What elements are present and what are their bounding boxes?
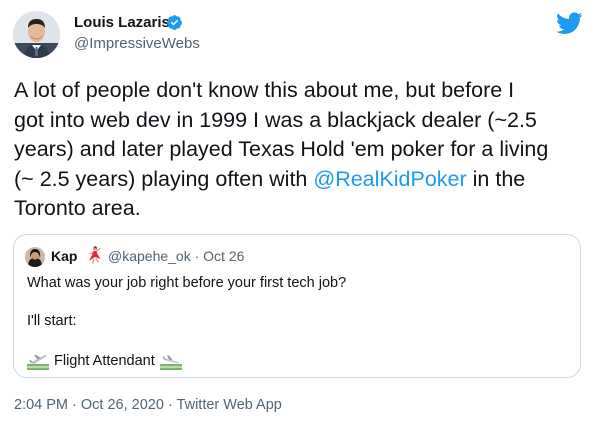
quoted-tweet-text: Flight Attendant [27, 352, 182, 370]
tweet-line: A lot of people don't know this about me… [14, 78, 515, 102]
airplane-departure-emoji [27, 355, 49, 370]
tweet-text: A lot of people don't know this about me… [14, 76, 584, 224]
quoted-tweet-date[interactable]: Oct 26 [203, 248, 244, 264]
quoted-author-name[interactable]: Kap [51, 248, 77, 264]
tweet-line: years) and later played Texas Hold 'em p… [14, 137, 549, 161]
quoted-tweet-meta: @kapehe_ok · Oct 26 [108, 248, 244, 264]
twitter-bird-icon[interactable] [556, 12, 583, 35]
tweet-time[interactable]: 2:04 PM [14, 397, 68, 413]
author-name[interactable]: Louis Lazaris [74, 14, 170, 31]
woman-dancing-emoji [89, 246, 101, 264]
tweet-line: (~ 2.5 years) playing often with @RealKi… [14, 165, 584, 195]
airplane-arrival-emoji [159, 355, 182, 370]
author-avatar[interactable] [13, 11, 60, 58]
quoted-tweet-text-fragment: Flight Attendant [54, 353, 155, 369]
tweet-date[interactable]: Oct 26, 2020 [81, 397, 164, 413]
meta-separator: · [190, 248, 204, 264]
tweet-line: Toronto area. [14, 196, 141, 220]
quoted-tweet-text: What was your job right before your firs… [27, 275, 347, 291]
tweet-line: got into web dev in 1999 I was a blackja… [14, 107, 537, 132]
tweet-timestamp: 2:04 PM · Oct 26, 2020 · Twitter Web App [14, 397, 282, 413]
quoted-author-handle[interactable]: @kapehe_ok [108, 248, 191, 264]
quoted-tweet[interactable]: Kap @kapehe_ok · Oct 26 What was your jo… [13, 234, 581, 378]
quoted-author-avatar[interactable] [25, 247, 45, 267]
tweet-text-fragment: (~ 2.5 years) playing often with [14, 166, 314, 191]
meta-separator: · [163, 397, 177, 413]
meta-separator: · [68, 397, 81, 413]
author-handle[interactable]: @ImpressiveWebs [74, 35, 200, 52]
tweet-source[interactable]: Twitter Web App [177, 397, 282, 413]
tweet-text-fragment: in the [466, 166, 526, 191]
mention-link[interactable]: @RealKidPoker [313, 167, 466, 191]
tweet-card: Louis Lazaris @ImpressiveWebs A lot of p… [0, 0, 595, 427]
quoted-tweet-text: I'll start: [27, 313, 77, 329]
verified-badge-icon [167, 15, 182, 30]
